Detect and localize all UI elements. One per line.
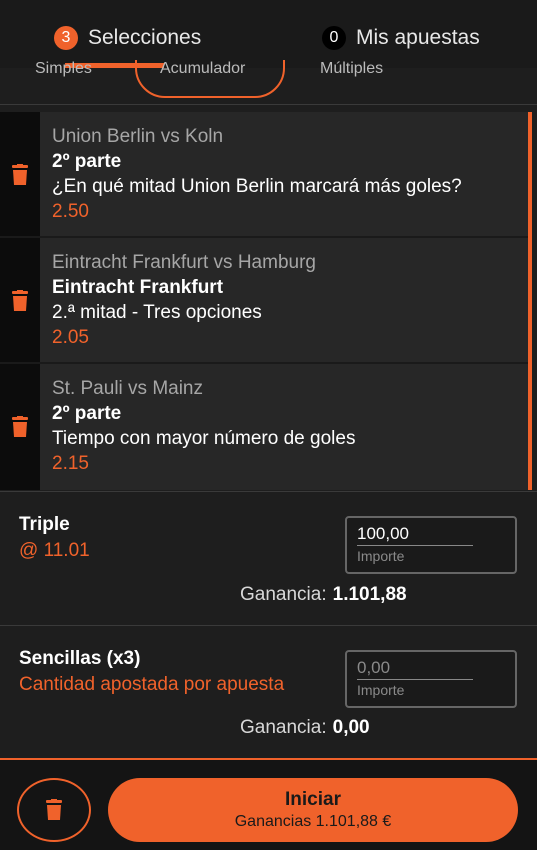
bet-market: Tiempo con mayor número de goles (52, 428, 356, 449)
subtab-multiples[interactable]: Múltiples (320, 60, 383, 78)
singles-bet-section: Sencillas (x3) Cantidad apostada por apu… (0, 626, 537, 756)
place-bet-label: Iniciar (285, 789, 341, 810)
bet-odds: 2.15 (52, 453, 89, 474)
trash-icon (46, 799, 62, 820)
bet-slip-footer: Iniciar Ganancias 1.101,88 € (0, 758, 537, 850)
singles-subtitle: Cantidad apostada por apuesta (19, 674, 285, 695)
bet-selection: Eintracht Frankfurt (52, 277, 224, 298)
divider (0, 104, 537, 105)
stake-label: Importe (357, 548, 405, 564)
tab-my-bets[interactable]: 0 Mis apuestas (322, 22, 480, 54)
tab-my-bets-label: Mis apuestas (356, 26, 480, 49)
subtab-simples[interactable]: Simples (35, 60, 92, 78)
bet-details: Eintracht Frankfurt vs Hamburg Eintracht… (40, 238, 528, 364)
selections-count-badge: 3 (54, 26, 78, 50)
trash-icon (12, 290, 28, 311)
top-tab-bar: 3 Selecciones 0 Mis apuestas (0, 0, 537, 68)
remove-bet-button[interactable] (0, 112, 40, 238)
scrollbar[interactable] (528, 112, 532, 490)
bet-item: Union Berlin vs Koln 2º parte ¿En qué mi… (0, 112, 528, 238)
gain-value: 0,00 (332, 717, 370, 738)
bet-slip-list: Union Berlin vs Koln 2º parte ¿En qué mi… (0, 110, 537, 490)
triple-bet-section: Triple @ 11.01 100,00 Importe Ganancia: 1… (0, 492, 537, 624)
bet-selection: 2º parte (52, 403, 122, 424)
bet-item: St. Pauli vs Mainz 2º parte Tiempo con m… (0, 364, 528, 490)
bet-market: 2.ª mitad - Tres opciones (52, 302, 262, 323)
bet-type-tabs: Simples Acumulador Múltiples (0, 60, 537, 104)
stake-value: 100,00 (357, 524, 473, 546)
remove-bet-button[interactable] (0, 364, 40, 490)
bet-match: Union Berlin vs Koln (52, 126, 224, 147)
gain-value: 1.101,88 (332, 584, 407, 605)
gain-label: Ganancia: (240, 584, 327, 605)
bet-match: St. Pauli vs Mainz (52, 378, 203, 399)
trash-icon (12, 416, 28, 437)
tab-selections[interactable]: 3 Selecciones (54, 22, 201, 54)
triple-odds: @ 11.01 (19, 540, 90, 561)
singles-gain: Ganancia: 0,00 (240, 717, 370, 739)
bet-details: Union Berlin vs Koln 2º parte ¿En qué mi… (40, 112, 528, 238)
bet-selection: 2º parte (52, 151, 122, 172)
gain-label: Ganancia: (240, 717, 327, 738)
triple-title: Triple (19, 514, 70, 535)
triple-stake-input[interactable]: 100,00 Importe (345, 516, 517, 574)
trash-icon (12, 164, 28, 185)
subtab-acumulador[interactable]: Acumulador (160, 60, 245, 78)
bet-odds: 2.05 (52, 327, 89, 348)
clear-all-button[interactable] (17, 778, 91, 842)
singles-title: Sencillas (x3) (19, 648, 141, 669)
stake-placeholder: 0,00 (357, 658, 473, 680)
bet-item: Eintracht Frankfurt vs Hamburg Eintracht… (0, 238, 528, 364)
stake-label: Importe (357, 682, 405, 698)
potential-winnings: Ganancias 1.101,88 € (234, 813, 392, 830)
bet-details: St. Pauli vs Mainz 2º parte Tiempo con m… (40, 364, 528, 490)
my-bets-count-badge: 0 (322, 26, 346, 50)
bet-match: Eintracht Frankfurt vs Hamburg (52, 252, 316, 273)
place-bet-button[interactable]: Iniciar Ganancias 1.101,88 € (108, 778, 518, 842)
singles-stake-input[interactable]: 0,00 Importe (345, 650, 517, 708)
triple-gain: Ganancia: 1.101,88 (240, 584, 407, 606)
tab-selections-label: Selecciones (88, 26, 202, 49)
bet-odds: 2.50 (52, 201, 89, 222)
bet-market: ¿En qué mitad Union Berlin marcará más g… (52, 176, 462, 197)
remove-bet-button[interactable] (0, 238, 40, 364)
